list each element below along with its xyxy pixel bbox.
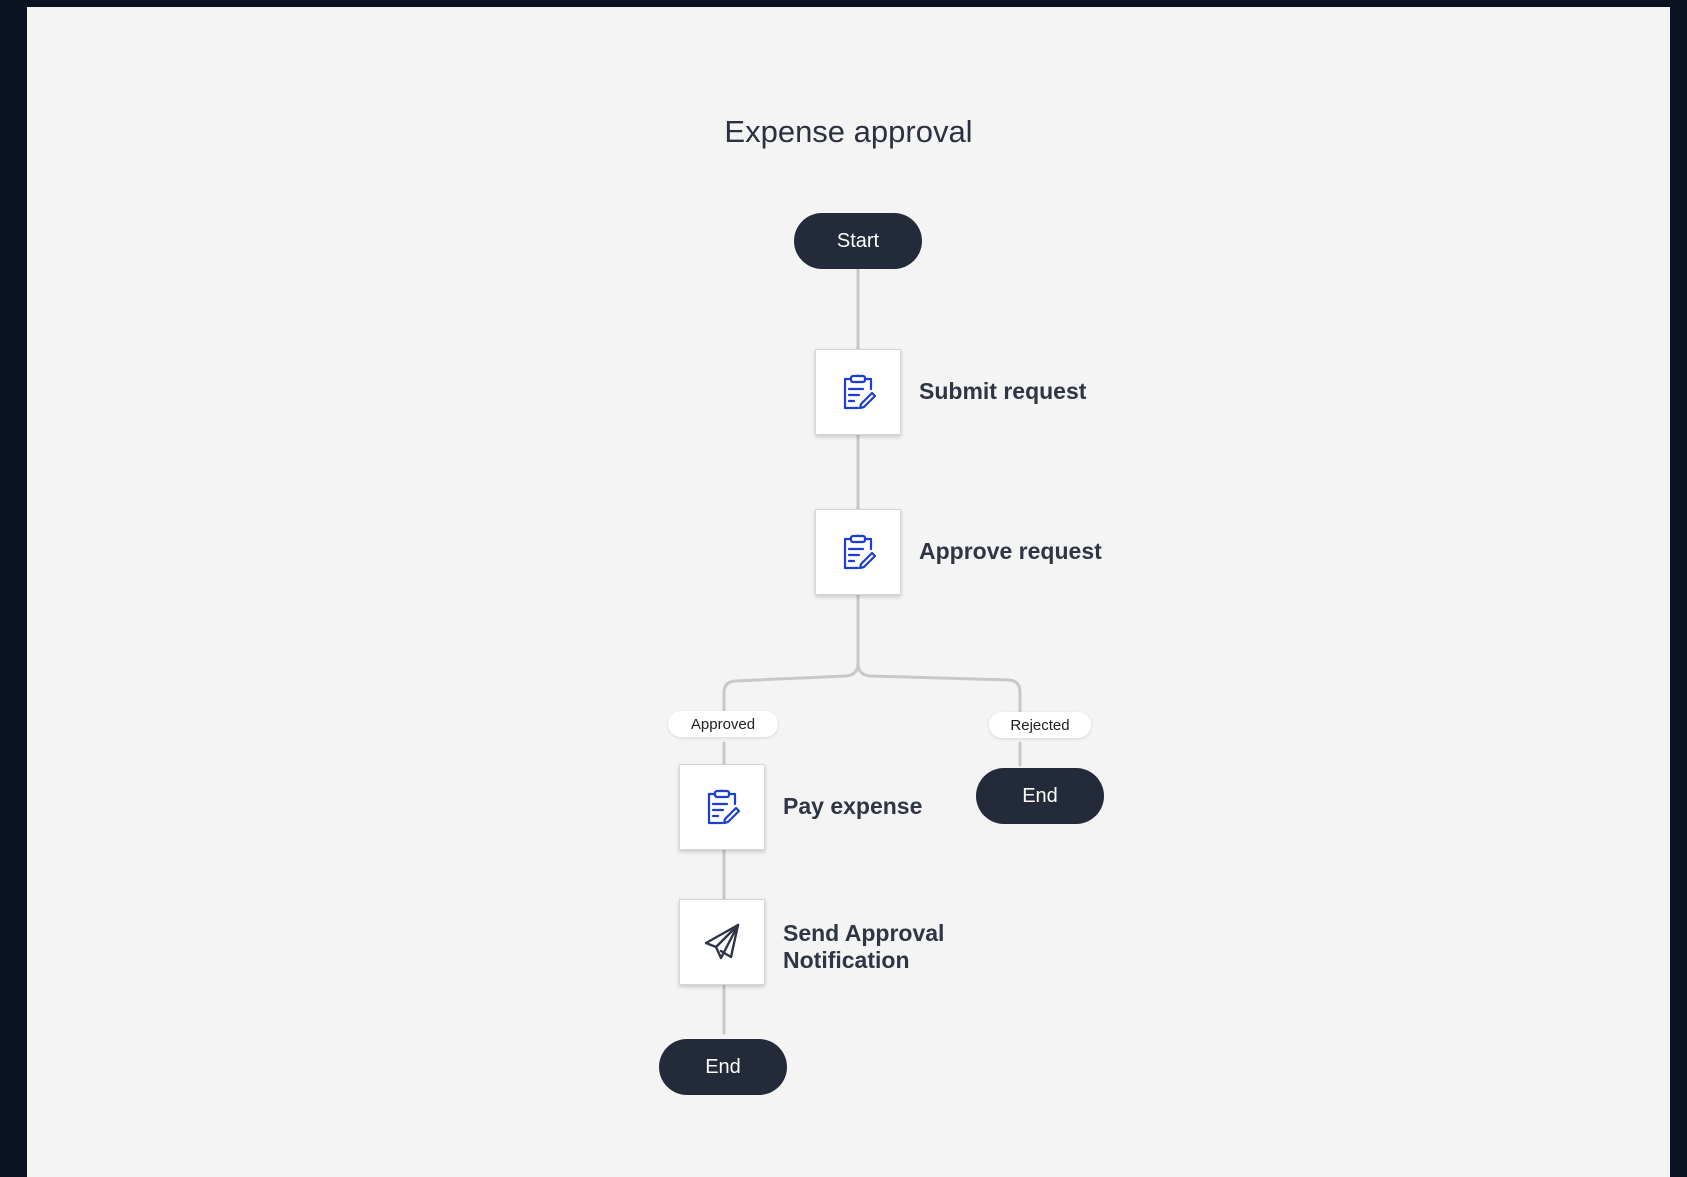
branch-approved-label[interactable]: Approved xyxy=(668,711,778,737)
connector-split-rejected xyxy=(856,661,1022,719)
pay-expense-node[interactable] xyxy=(679,764,765,850)
end-node-approved[interactable]: End xyxy=(659,1039,787,1095)
workflow-canvas: Expense approval Start Submit request Ap… xyxy=(27,7,1670,1177)
clipboard-edit-icon xyxy=(838,532,878,572)
start-node[interactable]: Start xyxy=(794,213,922,269)
send-notification-label: Send Approval Notification xyxy=(783,920,944,974)
submit-request-node[interactable] xyxy=(815,349,901,435)
send-notification-label-line1: Send Approval xyxy=(783,920,945,946)
pay-expense-label: Pay expense xyxy=(783,793,923,819)
submit-request-label: Submit request xyxy=(919,378,1087,404)
start-label: Start xyxy=(836,229,880,252)
paper-plane-icon xyxy=(701,921,743,963)
connector-approve-split xyxy=(722,593,860,719)
send-notification-label-line2: Notification xyxy=(783,947,910,973)
branch-rejected-label[interactable]: Rejected xyxy=(989,712,1091,738)
clipboard-edit-icon xyxy=(702,787,742,827)
approve-request-node[interactable] xyxy=(815,509,901,595)
clipboard-edit-icon xyxy=(838,372,878,412)
end-label-approved: End xyxy=(705,1055,741,1078)
send-notification-node[interactable] xyxy=(679,899,765,985)
approve-request-label: Approve request xyxy=(919,538,1102,564)
end-node-rejected[interactable]: End xyxy=(976,768,1104,824)
end-label-rejected: End xyxy=(1022,784,1058,807)
